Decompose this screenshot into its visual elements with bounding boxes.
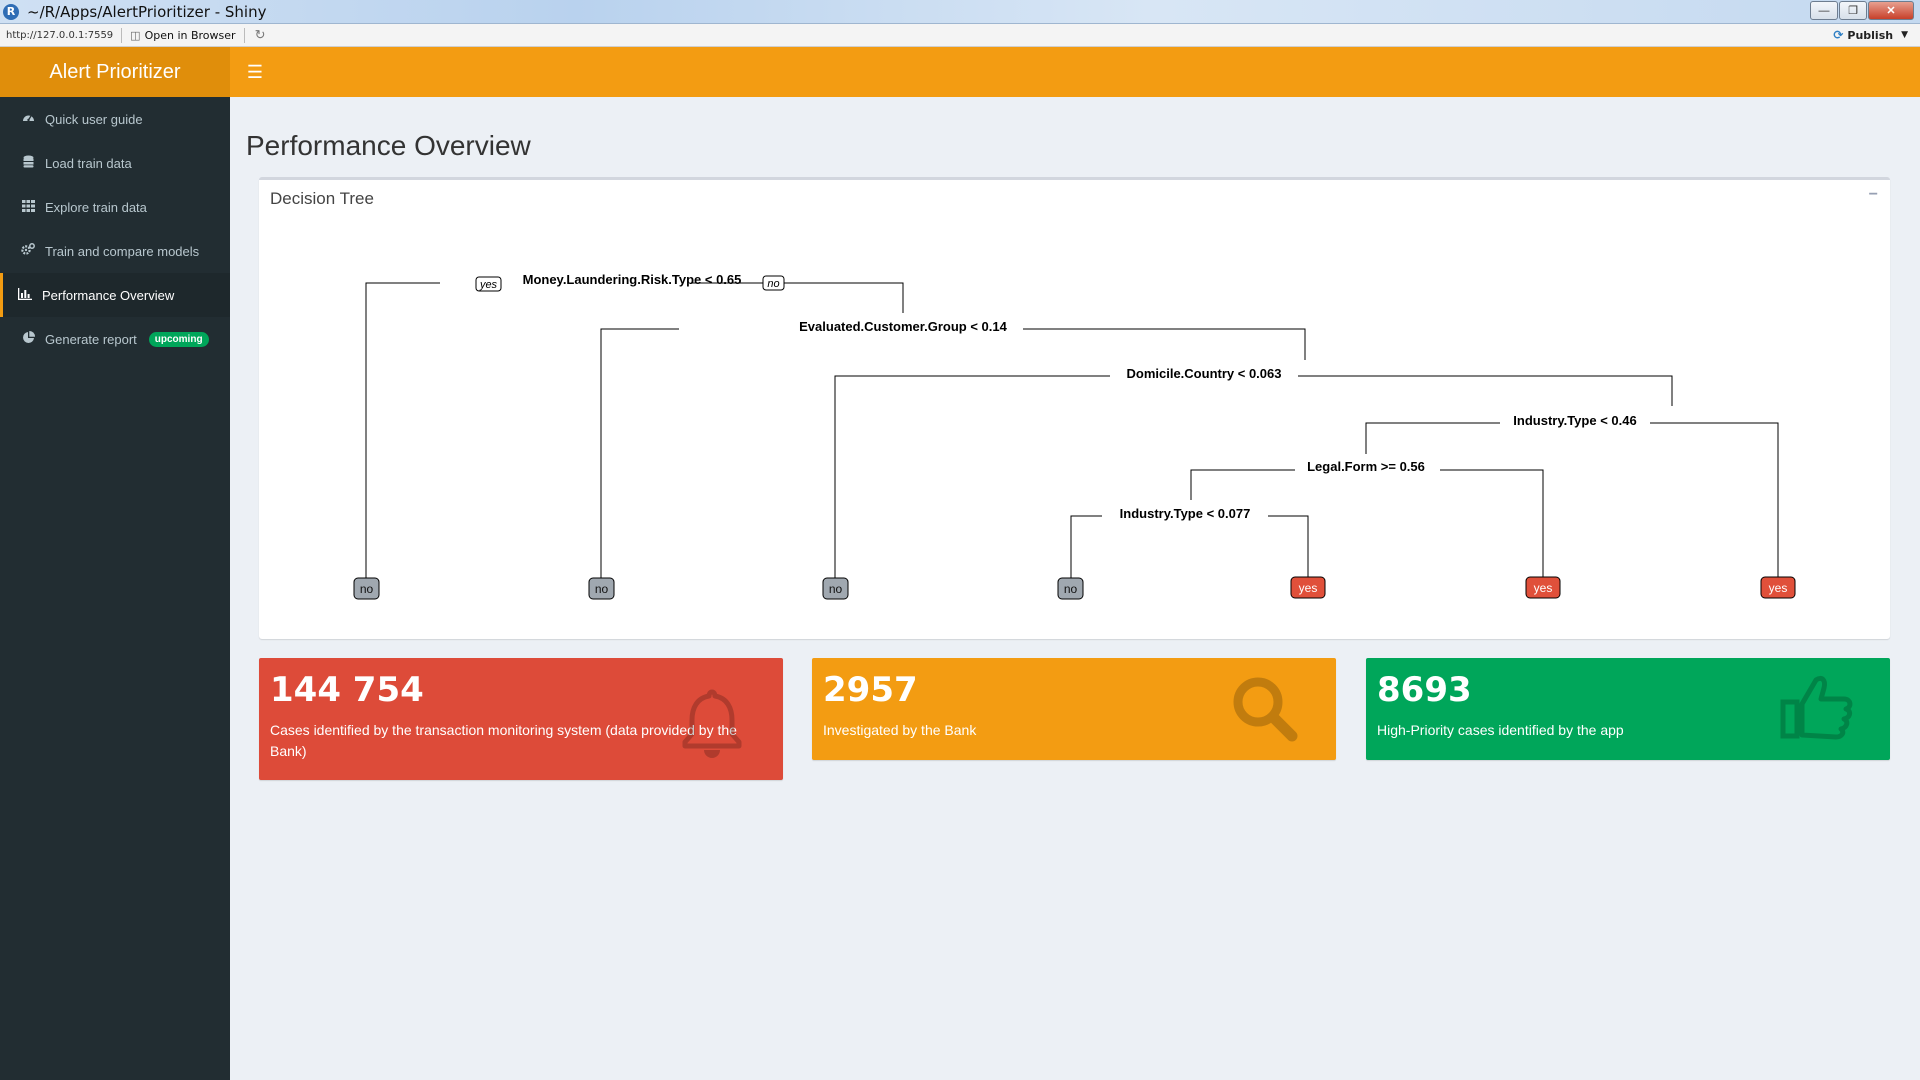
sidebar-item-label: Quick user guide — [45, 111, 143, 127]
value-box-number: 8693 — [1377, 670, 1472, 710]
branch-label-yes: yes — [475, 276, 502, 292]
leaf-node: yes — [1760, 576, 1796, 599]
leaf-node: no — [588, 577, 615, 600]
split-node-label: Industry.Type < 0.46 — [1513, 413, 1636, 428]
toolbar-divider — [243, 27, 245, 43]
pie-chart-icon — [20, 330, 36, 347]
sidebar-item-label: Generate report — [45, 331, 137, 347]
sidebar-item-label: Performance Overview — [42, 287, 175, 303]
leaf-node: no — [1057, 577, 1084, 600]
split-node-label: Industry.Type < 0.077 — [1120, 506, 1251, 521]
thumbs-up-icon — [1780, 672, 1854, 747]
window-controls: — ❐ ✕ — [1809, 1, 1914, 20]
value-box-label: Cases identified by the transaction moni… — [270, 722, 737, 759]
publish-icon: ⟳ — [1833, 28, 1844, 42]
sidebar-item-quick-user-guide[interactable]: Quick user guide — [0, 97, 230, 141]
tree-edge — [1650, 422, 1779, 586]
decision-tree-box: Decision Tree − yes no Money.Laundering.… — [259, 177, 1890, 639]
tree-edge — [1070, 515, 1102, 586]
sidebar-item-label: Train and compare models — [45, 243, 200, 259]
tree-edges — [365, 282, 1779, 586]
table-icon — [20, 199, 36, 215]
bell-icon — [681, 688, 743, 765]
sidebar-item-performance-overview[interactable]: Performance Overview — [0, 273, 230, 317]
window-titlebar: R ~/R/Apps/AlertPrioritizer - Shiny — ❐ … — [0, 0, 1920, 24]
r-app-icon: R — [3, 3, 19, 20]
leaf-node: yes — [1290, 576, 1326, 599]
publish-button[interactable]: ⟳ Publish ▼ — [1833, 28, 1908, 42]
dashboard-icon — [20, 111, 36, 127]
tree-edge — [834, 375, 1110, 586]
sidebar-item-train-and-compare-models[interactable]: Train and compare models — [0, 229, 230, 273]
branch-label-no-text: no — [767, 278, 779, 290]
sidebar-item-label: Explore train data — [45, 199, 147, 215]
value-box-investigated: 2957 Investigated by the Bank — [812, 658, 1336, 760]
split-node-label: Domicile.Country < 0.063 — [1127, 366, 1282, 381]
page-title: Performance Overview — [246, 130, 531, 161]
split-node-label: Legal.Form >= 0.56 — [1307, 459, 1425, 474]
leaf-label: no — [360, 582, 374, 596]
value-box-number: 144 754 — [270, 670, 424, 710]
split-node-label: Evaluated.Customer.Group < 0.14 — [799, 319, 1007, 334]
tree-edge — [365, 282, 440, 586]
sidebar-item-explore-train-data[interactable]: Explore train data — [0, 185, 230, 229]
leaf-label: yes — [1769, 581, 1788, 595]
branch-label-no: no — [762, 275, 785, 291]
tree-edge — [1298, 375, 1673, 406]
tree-edge — [600, 328, 679, 586]
upcoming-badge: upcoming — [148, 331, 209, 347]
tree-edge — [1190, 469, 1295, 500]
leaf-label: no — [1064, 582, 1078, 596]
close-button[interactable]: ✕ — [1868, 1, 1914, 20]
sidebar: Quick user guide Load train data Explore… — [0, 97, 230, 1080]
top-navbar: ☰ — [230, 47, 1920, 97]
viewer-toolbar: http://127.0.0.1:7559 ◫ Open in Browser … — [0, 24, 1920, 47]
leaf-node: yes — [1525, 576, 1561, 599]
sidebar-item-load-train-data[interactable]: Load train data — [0, 141, 230, 185]
leaf-label: yes — [1299, 581, 1318, 595]
sidebar-item-label: Load train data — [45, 155, 132, 171]
leaf-node: no — [822, 577, 849, 600]
tree-edge — [1268, 515, 1309, 586]
bar-chart-icon — [17, 287, 33, 303]
open-in-browser-label: Open in Browser — [144, 28, 236, 42]
leaf-node: no — [353, 577, 380, 600]
browser-icon: ◫ — [130, 28, 141, 42]
publish-label: Publish — [1847, 28, 1894, 42]
maximize-button[interactable]: ❐ — [1839, 1, 1867, 20]
url-display: http://127.0.0.1:7559 — [6, 29, 114, 41]
value-box-cases-identified: 144 754 Cases identified by the transact… — [259, 658, 783, 780]
branch-label-yes-text: yes — [479, 279, 498, 291]
split-node-label: Money.Laundering.Risk.Type < 0.65 — [523, 272, 742, 287]
leaf-label: yes — [1534, 581, 1553, 595]
tree-edge — [1440, 469, 1544, 586]
leaf-label: no — [595, 582, 609, 596]
sidebar-item-generate-report[interactable]: Generate report upcoming — [0, 317, 230, 361]
tree-edge — [1365, 422, 1500, 454]
tree-edge — [692, 282, 904, 313]
value-box-high-priority: 8693 High-Priority cases identified by t… — [1366, 658, 1890, 760]
value-box-number: 2957 — [823, 670, 918, 710]
open-in-browser-button[interactable]: ◫ Open in Browser — [130, 29, 235, 42]
database-icon — [20, 155, 36, 171]
minimize-button[interactable]: — — [1810, 1, 1838, 20]
search-icon — [1230, 674, 1300, 749]
toolbar-divider — [121, 27, 123, 43]
leaf-label: no — [829, 582, 843, 596]
decision-tree-plot: yes no Money.Laundering.Risk.Type < 0.65… — [353, 272, 1796, 600]
window-title: ~/R/Apps/AlertPrioritizer - Shiny — [27, 2, 267, 21]
gears-icon — [20, 243, 36, 259]
app-logo[interactable]: Alert Prioritizer — [0, 47, 230, 97]
chevron-down-icon: ▼ — [1901, 30, 1908, 40]
refresh-icon[interactable]: ↻ — [255, 27, 266, 43]
tree-edge — [1023, 328, 1306, 360]
sidebar-toggle-icon[interactable]: ☰ — [244, 61, 266, 83]
